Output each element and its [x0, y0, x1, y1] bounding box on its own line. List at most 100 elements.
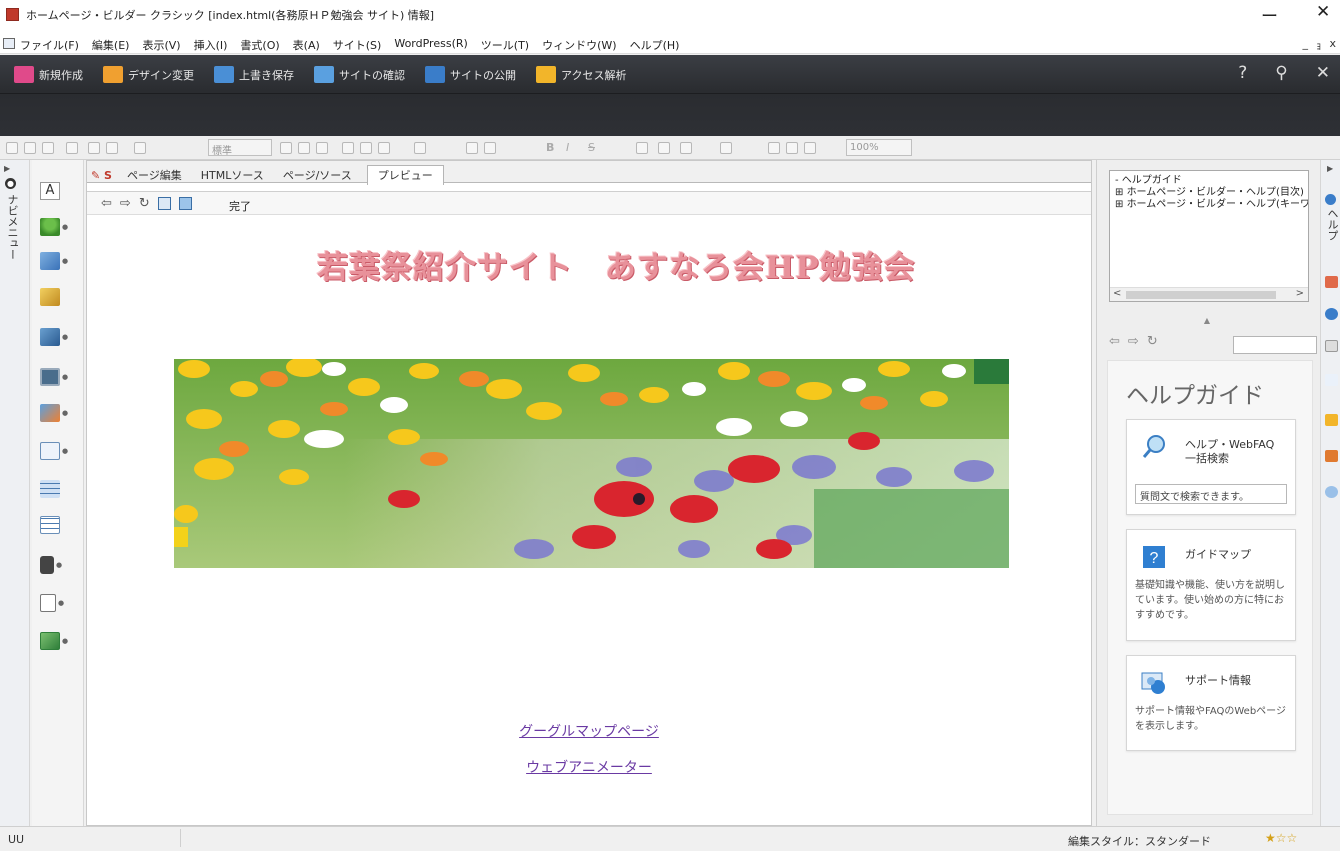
- strike-button[interactable]: S: [588, 141, 595, 154]
- toolbar-button[interactable]: 上書き保存: [214, 66, 294, 83]
- back-arrow-icon[interactable]: ⇦: [101, 196, 112, 211]
- refresh-icon[interactable]: ↻: [139, 196, 150, 211]
- menu-item[interactable]: 表示(V): [142, 37, 180, 53]
- navi-menu-label[interactable]: ナビメニュー: [4, 194, 20, 260]
- align-left-icon[interactable]: [280, 142, 292, 154]
- toolbar-button[interactable]: サイトの公開: [425, 66, 516, 83]
- tree-leaf-icon[interactable]: -: [1115, 175, 1122, 186]
- menu-item[interactable]: 編集(E): [92, 37, 130, 53]
- menu-item[interactable]: 挿入(I): [194, 37, 228, 53]
- mdi-button[interactable]: x: [1329, 37, 1336, 53]
- close-panel-icon[interactable]: ✕: [1316, 63, 1330, 83]
- scroll-thumb[interactable]: [1126, 291, 1276, 299]
- palette-table-item[interactable]: [40, 478, 74, 500]
- strip-star-icon[interactable]: [1325, 450, 1338, 462]
- outdent-icon[interactable]: [360, 142, 372, 154]
- superscript-icon[interactable]: [680, 142, 692, 154]
- edit-icon[interactable]: [134, 142, 146, 154]
- numbering-icon[interactable]: [466, 142, 478, 154]
- palette-pen-item[interactable]: [40, 286, 74, 308]
- zoom-in-icon[interactable]: [768, 142, 780, 154]
- tree-expand-icon[interactable]: ⊞: [1115, 187, 1127, 198]
- help-search-card[interactable]: ヘルプ・WebFAQ 一括検索 質問文で検索できます。: [1126, 419, 1296, 515]
- strip-tool-icon[interactable]: [1325, 276, 1338, 288]
- mdi-button[interactable]: ｮ: [1316, 37, 1322, 53]
- scroll-right-icon[interactable]: >: [1296, 288, 1304, 299]
- zoom-out-icon[interactable]: [786, 142, 798, 154]
- panel-splitter[interactable]: ▲: [1177, 316, 1237, 326]
- help-tree-item[interactable]: ⊞ ホームページ・ビルダー・ヘルプ(キーワード): [1110, 199, 1308, 211]
- italic-button[interactable]: I: [566, 141, 569, 154]
- edit-style-label[interactable]: 編集スタイル：スタンダード: [1068, 833, 1211, 849]
- guide-map-card[interactable]: ? ガイドマップ 基礎知識や機能、使い方を説明しています。使い始めの方に特におす…: [1126, 529, 1296, 641]
- expand-arrow-icon[interactable]: ▶: [4, 164, 10, 173]
- scroll-left-icon[interactable]: <: [1113, 288, 1121, 299]
- tab-html-source[interactable]: HTMLソース: [197, 167, 268, 183]
- format-painter-icon[interactable]: [66, 142, 78, 154]
- help-icon[interactable]: ?: [1238, 63, 1247, 83]
- menu-item[interactable]: 表(A): [293, 37, 320, 53]
- palette-text-item[interactable]: A: [40, 180, 74, 202]
- palette-person-item[interactable]: ●: [40, 216, 74, 238]
- menu-item[interactable]: ツール(T): [481, 37, 529, 53]
- style-select[interactable]: 標準: [208, 139, 272, 157]
- help-search-input[interactable]: [1233, 336, 1317, 354]
- google-map-page-link[interactable]: グーグルマップページ: [519, 721, 659, 741]
- list-icon[interactable]: [378, 142, 390, 154]
- support-info-card[interactable]: サポート情報 サポート情報やFAQのWebページを表示します。: [1126, 655, 1296, 751]
- minimize-button[interactable]: ー: [1261, 2, 1278, 27]
- help-refresh-icon[interactable]: ↻: [1147, 334, 1158, 349]
- help-circle-icon[interactable]: [1325, 194, 1336, 205]
- menu-item[interactable]: ウィンドウ(W): [542, 37, 616, 53]
- strip-link-icon[interactable]: [1325, 374, 1338, 386]
- font-size-up-icon[interactable]: [636, 142, 648, 154]
- align-right-icon[interactable]: [316, 142, 328, 154]
- forward-arrow-icon[interactable]: ⇨: [120, 196, 131, 211]
- align-center-icon[interactable]: [298, 142, 310, 154]
- zoom-select[interactable]: 100%: [846, 139, 912, 156]
- tree-expand-icon[interactable]: ⊞: [1115, 199, 1127, 210]
- help-forward-icon[interactable]: ⇨: [1128, 334, 1139, 349]
- undo-icon[interactable]: [88, 142, 100, 154]
- tab-page-source[interactable]: ページ/ソース: [279, 167, 356, 183]
- strip-globe-icon[interactable]: [1325, 486, 1338, 498]
- menu-item[interactable]: サイト(S): [333, 37, 382, 53]
- menu-item[interactable]: ファイル(F): [20, 37, 79, 53]
- bullets-icon[interactable]: [414, 142, 426, 154]
- clear-format-icon[interactable]: [720, 142, 732, 154]
- strip-doc-icon[interactable]: [1325, 340, 1338, 352]
- palette-page-item[interactable]: ●: [40, 592, 74, 614]
- menu-item[interactable]: 書式(O): [240, 37, 279, 53]
- columns-icon[interactable]: [484, 142, 496, 154]
- tree-hscrollbar[interactable]: < >: [1110, 287, 1308, 301]
- menu-item[interactable]: ヘルプ(H): [630, 37, 680, 53]
- palette-widget-item[interactable]: ●: [40, 630, 74, 652]
- toolbar-button[interactable]: 新規作成: [14, 66, 83, 83]
- palette-gallery-item[interactable]: ●: [40, 402, 74, 424]
- question-search-input[interactable]: 質問文で検索できます。: [1135, 484, 1287, 504]
- help-back-icon[interactable]: ⇦: [1109, 334, 1120, 349]
- copy-icon[interactable]: [24, 142, 36, 154]
- s-mode-icon[interactable]: ✎ S: [91, 169, 112, 182]
- preview-mode-icon[interactable]: [157, 197, 171, 210]
- toolbar-button[interactable]: サイトの確認: [314, 66, 405, 83]
- palette-image-item[interactable]: ●: [40, 366, 74, 388]
- strip-web-icon[interactable]: [1325, 308, 1338, 320]
- palette-mobile-item[interactable]: ●: [40, 554, 74, 576]
- palette-form-item[interactable]: ●: [40, 440, 74, 462]
- mdi-button[interactable]: _: [1302, 37, 1308, 53]
- palette-media-item[interactable]: ●: [40, 326, 74, 348]
- menu-item[interactable]: WordPress(R): [394, 37, 467, 53]
- cut-icon[interactable]: [6, 142, 18, 154]
- indent-icon[interactable]: [342, 142, 354, 154]
- palette-people-item[interactable]: ●: [40, 250, 74, 272]
- web-animator-link[interactable]: ウェブアニメーター: [526, 757, 652, 777]
- help-strip-label[interactable]: ヘルプ: [1324, 208, 1340, 241]
- palette-list-item[interactable]: [40, 514, 74, 536]
- preview-mode-alt-icon[interactable]: [178, 197, 192, 210]
- bold-button[interactable]: B: [546, 141, 554, 154]
- tab-preview[interactable]: プレビュー: [366, 165, 444, 185]
- help-tree-item[interactable]: ⊞ ホームページ・ビルダー・ヘルプ(目次): [1110, 187, 1308, 199]
- close-button[interactable]: ✕: [1316, 2, 1330, 22]
- settings-icon[interactable]: ⚲: [1275, 63, 1287, 83]
